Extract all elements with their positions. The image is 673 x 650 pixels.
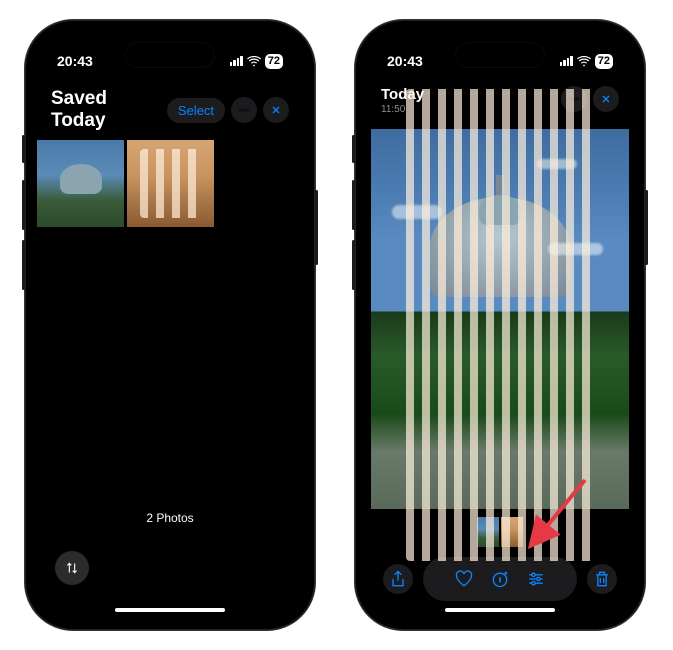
dynamic-island xyxy=(455,42,545,68)
dynamic-island xyxy=(125,42,215,68)
home-indicator[interactable] xyxy=(115,608,225,612)
delete-button[interactable] xyxy=(587,564,617,594)
edit-button[interactable] xyxy=(521,564,551,594)
cellular-signal-icon xyxy=(230,56,243,66)
info-sparkle-icon xyxy=(490,569,510,589)
side-button xyxy=(352,135,355,163)
photo-thumbnail[interactable] xyxy=(127,140,214,227)
power-button xyxy=(315,190,318,265)
status-time: 20:43 xyxy=(57,53,93,69)
sort-button[interactable] xyxy=(55,551,89,585)
favorite-button[interactable] xyxy=(449,564,479,594)
adjustments-icon xyxy=(526,569,546,589)
close-icon xyxy=(270,104,282,116)
phone-gallery-view: 20:43 72 Saved Today Select 2 Photos xyxy=(25,20,315,630)
battery-level: 72 xyxy=(595,54,613,69)
close-button[interactable] xyxy=(593,86,619,112)
volume-up-button xyxy=(352,180,355,230)
photo-count-label: 2 Photos xyxy=(35,511,305,525)
cellular-signal-icon xyxy=(560,56,573,66)
photo-grid xyxy=(35,140,305,227)
share-icon xyxy=(388,569,408,589)
volume-up-button xyxy=(22,180,25,230)
trash-icon xyxy=(592,569,612,589)
volume-down-button xyxy=(352,240,355,290)
info-button[interactable] xyxy=(485,564,515,594)
wifi-icon xyxy=(577,56,591,67)
status-time: 20:43 xyxy=(387,53,423,69)
wifi-icon xyxy=(247,56,261,67)
select-button[interactable]: Select xyxy=(167,98,225,123)
filmstrip-thumbnail[interactable] xyxy=(501,517,523,547)
side-button xyxy=(22,135,25,163)
page-title: Saved Today xyxy=(51,88,161,132)
more-button[interactable] xyxy=(231,97,257,123)
ellipsis-icon xyxy=(237,103,251,117)
sort-arrows-icon xyxy=(64,560,80,576)
heart-icon xyxy=(454,569,474,589)
photo-toolbar xyxy=(365,557,635,601)
home-indicator[interactable] xyxy=(445,608,555,612)
phone-detail-view: 20:43 72 Today 11:50 xyxy=(355,20,645,630)
photo-thumbnail[interactable] xyxy=(37,140,124,227)
close-icon xyxy=(600,93,612,105)
share-button[interactable] xyxy=(383,564,413,594)
close-button[interactable] xyxy=(263,97,289,123)
battery-level: 72 xyxy=(265,54,283,69)
volume-down-button xyxy=(22,240,25,290)
power-button xyxy=(645,190,648,265)
filmstrip[interactable] xyxy=(365,517,635,547)
